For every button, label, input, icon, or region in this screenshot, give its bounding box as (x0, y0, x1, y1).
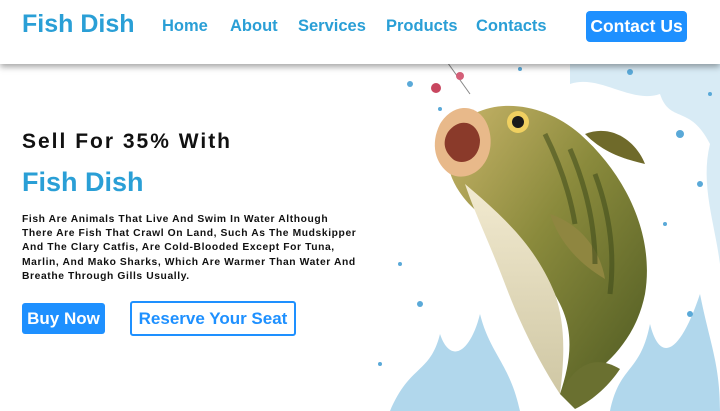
hero-headline: Sell For 35% With (22, 130, 233, 153)
nav-link-products[interactable]: Products (386, 17, 458, 36)
nav-link-services[interactable]: Services (298, 17, 366, 36)
reserve-seat-button[interactable]: Reserve Your Seat (130, 301, 296, 336)
hero-section: Sell For 35% With Fish Dish Fish Are Ani… (0, 64, 720, 411)
nav-link-contacts[interactable]: Contacts (476, 17, 547, 36)
leaping-fish-image (378, 64, 720, 411)
hero-description: Fish Are Animals That Live And Swim In W… (22, 214, 357, 282)
hero-brand-name: Fish Dish (22, 167, 144, 197)
buy-now-button[interactable]: Buy Now (22, 303, 105, 334)
nav-link-home[interactable]: Home (162, 17, 208, 36)
site-logo[interactable]: Fish Dish (22, 10, 135, 39)
nav-link-about[interactable]: About (230, 17, 278, 36)
contact-us-button[interactable]: Contact Us (586, 11, 687, 42)
